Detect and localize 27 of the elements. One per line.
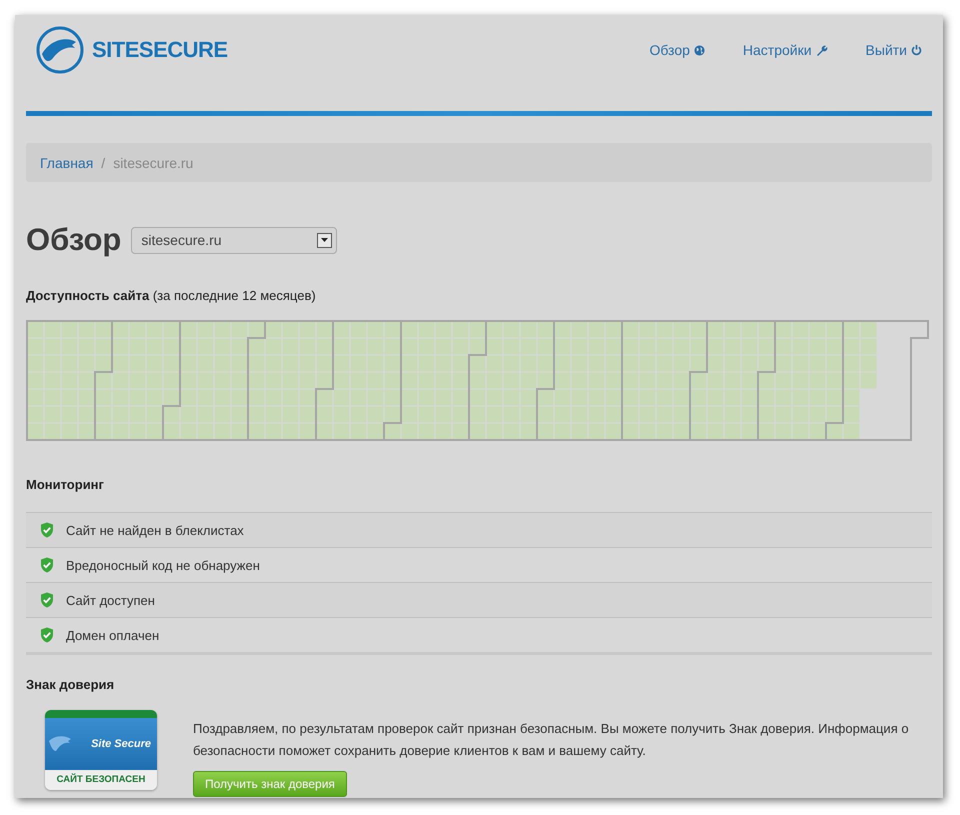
monitoring-label: Вредоносный код не обнаружен bbox=[66, 558, 260, 572]
badge-brand: Site Secure bbox=[91, 738, 151, 750]
section-title: Знак доверия bbox=[26, 677, 116, 692]
shield-check-icon bbox=[40, 522, 54, 538]
nav-link[interactable]: Настройки bbox=[742, 42, 828, 58]
breadcrumb-link[interactable]: Главная bbox=[40, 154, 94, 170]
globe-icon bbox=[694, 44, 705, 56]
site-select[interactable]: sitesecure.ru bbox=[131, 226, 338, 254]
power-icon bbox=[911, 44, 922, 56]
nav-link[interactable]: Выйти bbox=[866, 42, 922, 58]
monitoring-label: Сайт доступен bbox=[66, 592, 155, 608]
monitoring-label: Сайт не найден в блеклистах bbox=[66, 522, 244, 538]
breadcrumb-separator: / bbox=[101, 154, 106, 170]
availability-heading: Доступность сайта (за последние 12 месяцев) bbox=[26, 288, 317, 303]
breadcrumb-current: sitesecure.ru bbox=[113, 154, 194, 170]
page-title: Обзор bbox=[26, 222, 122, 258]
trust-text: Поздравляем, по результатам проверок сайт признан безопасным. Вы можете получить Знак доверия. Информация о безопасности поможет сохранить доверие клиентов к вам и вашему сайту. bbox=[193, 720, 910, 760]
shield-check-icon bbox=[40, 627, 54, 643]
nav-link[interactable]: Обзор bbox=[649, 42, 705, 58]
logo-text: SITESECURE bbox=[92, 37, 228, 63]
get-badge-button[interactable]: Получить знак доверия bbox=[193, 771, 347, 797]
shield-check-icon bbox=[40, 592, 54, 608]
section-title: Мониторинг bbox=[26, 477, 105, 492]
badge-caption: САЙТ БЕЗОПАСЕН bbox=[45, 770, 157, 790]
shield-check-icon bbox=[40, 557, 54, 573]
wrench-icon bbox=[816, 44, 828, 56]
monitoring-label: Домен оплачен bbox=[66, 628, 160, 642]
